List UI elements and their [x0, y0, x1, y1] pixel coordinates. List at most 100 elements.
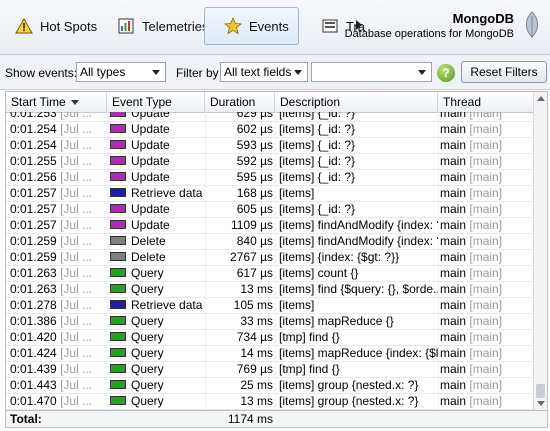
transactions-icon	[320, 16, 340, 36]
tab-events[interactable]: Events	[204, 7, 299, 45]
thread-cell: main [main]	[440, 170, 530, 186]
table-row[interactable]: 0:01.253 [Jul ... Update 629 µs [items] {_i…	[6, 112, 533, 122]
show-events-label: Show events:	[5, 66, 78, 80]
event-type: Update	[131, 218, 170, 232]
thread-group: [main]	[469, 122, 503, 136]
total-duration: 1174 ms	[227, 412, 273, 426]
thread-cell: main [main]	[440, 250, 530, 266]
event-type-cell: Query	[110, 282, 204, 298]
scroll-up-icon[interactable]	[537, 96, 545, 101]
table-row[interactable]: 0:01.254 [Jul ... Update 593 µs [items] {_i…	[6, 138, 533, 154]
description-cell: [items] find {$query: {}, $orde...	[279, 282, 438, 296]
vertical-scrollbar[interactable]	[533, 92, 547, 410]
start-time-cell: 0:01.439 [Jul ...	[10, 362, 106, 378]
event-type: Delete	[131, 250, 166, 264]
duration-cell: 13 ms	[240, 394, 273, 408]
column-header-start-time[interactable]: Start Time	[6, 92, 107, 112]
chevron-down-icon	[152, 70, 160, 75]
thread-group: [main]	[469, 282, 503, 296]
table-row[interactable]: 0:01.259 [Jul ... Delete 2767 µs [items] {i…	[6, 250, 533, 266]
table-row[interactable]: 0:01.443 [Jul ... Query 25 ms [items] group…	[6, 378, 533, 394]
event-type: Update	[131, 112, 170, 120]
table-row[interactable]: 0:01.259 [Jul ... Delete 840 µs [items] fin…	[6, 234, 533, 250]
tab-hot-spots[interactable]: Hot Spots	[14, 7, 97, 45]
thread-group: [main]	[469, 250, 503, 264]
thread-name: main	[440, 186, 467, 200]
thread-cell: main [main]	[440, 314, 530, 330]
table-row[interactable]: 0:01.257 [Jul ... Update 1109 µs [items] fi…	[6, 218, 533, 234]
description-cell: [items] {_id: ?}	[279, 154, 356, 168]
start-time-date: [Jul ...	[60, 314, 93, 328]
table-row[interactable]: 0:01.424 [Jul ... Query 14 ms [items] mapRe…	[6, 346, 533, 362]
scroll-down-icon[interactable]	[537, 401, 545, 406]
start-time: 0:01.443	[10, 378, 57, 392]
table-row[interactable]: 0:01.256 [Jul ... Update 595 µs [items] {_i…	[6, 170, 533, 186]
event-type: Update	[131, 202, 170, 216]
table-row[interactable]: 0:01.257 [Jul ... Retrieve data 168 µs [ite…	[6, 186, 533, 202]
thread-cell: main [main]	[440, 234, 530, 250]
event-type-color-swatch	[110, 204, 126, 214]
thread-cell: main [main]	[440, 138, 530, 154]
scrollbar-thumb[interactable]	[536, 384, 545, 398]
event-type-cell: Query	[110, 378, 204, 394]
chevron-down-icon	[418, 70, 426, 75]
event-type: Query	[131, 394, 164, 408]
thread-name: main	[440, 250, 467, 264]
event-type-cell: Query	[110, 266, 204, 282]
start-time-cell: 0:01.257 [Jul ...	[10, 218, 106, 234]
thread-name: main	[440, 394, 467, 408]
column-header-event-type[interactable]: Event Type	[107, 92, 205, 112]
filter-by-select[interactable]: All text fields	[220, 62, 308, 82]
start-time: 0:01.259	[10, 234, 57, 248]
thread-cell: main [main]	[440, 362, 530, 378]
table-row[interactable]: 0:01.263 [Jul ... Query 617 µs [items] coun…	[6, 266, 533, 282]
start-time-date: [Jul ...	[60, 138, 93, 152]
description-cell: [tmp] find {}	[279, 330, 340, 344]
thread-group: [main]	[469, 170, 503, 184]
description-cell: [items] {_id: ?}	[279, 202, 356, 216]
table-row[interactable]: 0:01.263 [Jul ... Query 13 ms [items] find …	[6, 282, 533, 298]
event-type: Update	[131, 170, 170, 184]
column-header-description[interactable]: Description	[275, 92, 438, 112]
thread-group: [main]	[469, 378, 503, 392]
event-type-cell: Update	[110, 218, 204, 234]
column-separator	[275, 112, 276, 410]
thread-group: [main]	[469, 138, 503, 152]
table-row[interactable]: 0:01.439 [Jul ... Query 769 µs [tmp] find {…	[6, 362, 533, 378]
start-time-date: [Jul ...	[60, 346, 93, 360]
help-icon[interactable]: ?	[437, 64, 455, 82]
thread-group: [main]	[469, 330, 503, 344]
description-cell: [items] {index: {$gt: ?}}	[279, 250, 400, 264]
start-time-date: [Jul ...	[60, 202, 93, 216]
tab-telemetries[interactable]: Telemetries	[116, 7, 208, 45]
event-type-cell: Update	[110, 202, 204, 218]
table-row[interactable]: 0:01.470 [Jul ... Query 13 ms [items] group…	[6, 394, 533, 410]
start-time-cell: 0:01.386 [Jul ...	[10, 314, 106, 330]
table-row[interactable]: 0:01.278 [Jul ... Retrieve data 105 ms [ite…	[6, 298, 533, 314]
start-time-date: [Jul ...	[60, 122, 93, 136]
telemetry-icon	[116, 16, 136, 36]
start-time-date: [Jul ...	[60, 250, 93, 264]
duration-cell: 840 µs	[236, 234, 273, 248]
event-type-color-swatch	[110, 140, 126, 150]
filter-text-combo[interactable]	[311, 62, 432, 82]
description-cell: [items] {_id: ?}	[279, 112, 356, 120]
event-type-cell: Query	[110, 362, 204, 378]
reset-filters-button[interactable]: Reset Filters	[461, 61, 547, 83]
show-events-select[interactable]: All types	[76, 62, 166, 82]
table-row[interactable]: 0:01.420 [Jul ... Query 734 µs [tmp] find {…	[6, 330, 533, 346]
event-type: Query	[131, 330, 164, 344]
duration-cell: 13 ms	[240, 282, 273, 296]
event-type-cell: Update	[110, 138, 204, 154]
warning-icon	[14, 16, 34, 36]
column-header-duration[interactable]: Duration	[205, 92, 275, 112]
table-row[interactable]: 0:01.255 [Jul ... Update 592 µs [items] {_i…	[6, 154, 533, 170]
start-time: 0:01.257	[10, 218, 57, 232]
thread-name: main	[440, 362, 467, 376]
column-header-thread[interactable]: Thread	[438, 92, 533, 112]
table-row[interactable]: 0:01.386 [Jul ... Query 33 ms [items] mapRe…	[6, 314, 533, 330]
event-type: Query	[131, 314, 164, 328]
table-row[interactable]: 0:01.257 [Jul ... Update 605 µs [items] {_i…	[6, 202, 533, 218]
column-separator	[205, 112, 206, 410]
table-row[interactable]: 0:01.254 [Jul ... Update 602 µs [items] {_i…	[6, 122, 533, 138]
